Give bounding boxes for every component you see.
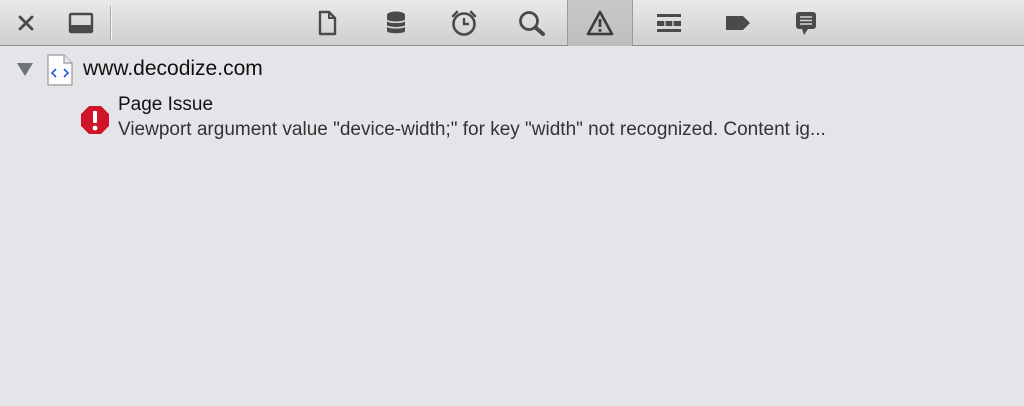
issues-button[interactable] (582, 0, 618, 46)
dock-button[interactable] (62, 0, 100, 46)
error-icon (81, 106, 109, 134)
toolbar (0, 0, 1024, 46)
storage-button[interactable] (378, 0, 414, 46)
issue-title[interactable]: Page Issue (118, 94, 213, 116)
close-icon (18, 15, 34, 31)
search-icon (519, 11, 545, 36)
breakpoints-button[interactable] (719, 0, 757, 46)
log-icon (796, 12, 816, 35)
site-label[interactable]: www.decodize.com (83, 57, 263, 81)
log-button[interactable] (787, 0, 825, 46)
resources-button[interactable] (309, 0, 345, 46)
resources-document-icon (318, 10, 337, 36)
storage-database-icon (386, 11, 406, 34)
debugger-button[interactable] (650, 0, 688, 46)
search-button[interactable] (513, 0, 551, 46)
debugger-icon (657, 14, 681, 32)
dock-icon (68, 12, 94, 34)
disclosure-triangle-icon[interactable] (17, 63, 33, 76)
html-file-icon (47, 54, 73, 86)
breakpoints-icon (726, 16, 750, 30)
timeline-clock-icon (451, 10, 477, 36)
close-button[interactable] (8, 0, 44, 46)
issues-warning-icon (586, 10, 614, 36)
timeline-button[interactable] (445, 0, 483, 46)
issue-message[interactable]: Viewport argument value "device-width;" … (118, 119, 826, 141)
issues-tree: www.decodize.com Page Issue Viewport arg… (0, 47, 1024, 406)
